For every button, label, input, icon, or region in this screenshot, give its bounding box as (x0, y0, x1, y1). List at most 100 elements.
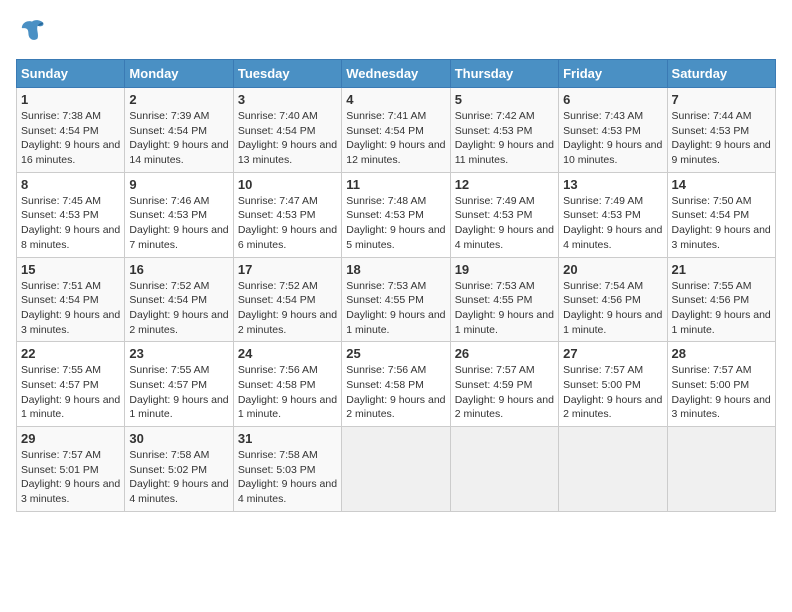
calendar-cell: 20 Sunrise: 7:54 AM Sunset: 4:56 PM Dayl… (559, 257, 667, 342)
day-info: Sunrise: 7:55 AM Sunset: 4:57 PM Dayligh… (21, 363, 120, 422)
calendar-cell: 24 Sunrise: 7:56 AM Sunset: 4:58 PM Dayl… (233, 342, 341, 427)
day-number: 6 (563, 92, 662, 107)
calendar-cell: 2 Sunrise: 7:39 AM Sunset: 4:54 PM Dayli… (125, 88, 233, 173)
calendar-header-thursday: Thursday (450, 60, 558, 88)
day-info: Sunrise: 7:45 AM Sunset: 4:53 PM Dayligh… (21, 194, 120, 253)
day-number: 17 (238, 262, 337, 277)
day-info: Sunrise: 7:48 AM Sunset: 4:53 PM Dayligh… (346, 194, 445, 253)
day-number: 12 (455, 177, 554, 192)
day-info: Sunrise: 7:53 AM Sunset: 4:55 PM Dayligh… (455, 279, 554, 338)
day-number: 24 (238, 346, 337, 361)
day-info: Sunrise: 7:57 AM Sunset: 5:01 PM Dayligh… (21, 448, 120, 507)
calendar-header-friday: Friday (559, 60, 667, 88)
calendar-cell: 7 Sunrise: 7:44 AM Sunset: 4:53 PM Dayli… (667, 88, 775, 173)
day-number: 16 (129, 262, 228, 277)
day-number: 18 (346, 262, 445, 277)
day-number: 27 (563, 346, 662, 361)
calendar-cell: 8 Sunrise: 7:45 AM Sunset: 4:53 PM Dayli… (17, 172, 125, 257)
day-number: 28 (672, 346, 771, 361)
day-info: Sunrise: 7:55 AM Sunset: 4:56 PM Dayligh… (672, 279, 771, 338)
day-number: 19 (455, 262, 554, 277)
calendar-cell: 27 Sunrise: 7:57 AM Sunset: 5:00 PM Dayl… (559, 342, 667, 427)
calendar-cell: 4 Sunrise: 7:41 AM Sunset: 4:54 PM Dayli… (342, 88, 450, 173)
day-number: 11 (346, 177, 445, 192)
calendar-cell: 5 Sunrise: 7:42 AM Sunset: 4:53 PM Dayli… (450, 88, 558, 173)
calendar-header-tuesday: Tuesday (233, 60, 341, 88)
calendar-cell: 14 Sunrise: 7:50 AM Sunset: 4:54 PM Dayl… (667, 172, 775, 257)
calendar-week-row: 29 Sunrise: 7:57 AM Sunset: 5:01 PM Dayl… (17, 427, 776, 512)
calendar-table: SundayMondayTuesdayWednesdayThursdayFrid… (16, 59, 776, 512)
calendar-cell: 21 Sunrise: 7:55 AM Sunset: 4:56 PM Dayl… (667, 257, 775, 342)
calendar-cell: 15 Sunrise: 7:51 AM Sunset: 4:54 PM Dayl… (17, 257, 125, 342)
day-info: Sunrise: 7:42 AM Sunset: 4:53 PM Dayligh… (455, 109, 554, 168)
day-number: 3 (238, 92, 337, 107)
day-number: 4 (346, 92, 445, 107)
calendar-cell: 25 Sunrise: 7:56 AM Sunset: 4:58 PM Dayl… (342, 342, 450, 427)
day-info: Sunrise: 7:55 AM Sunset: 4:57 PM Dayligh… (129, 363, 228, 422)
calendar-cell: 17 Sunrise: 7:52 AM Sunset: 4:54 PM Dayl… (233, 257, 341, 342)
calendar-cell: 26 Sunrise: 7:57 AM Sunset: 4:59 PM Dayl… (450, 342, 558, 427)
page-header (16, 16, 776, 49)
day-info: Sunrise: 7:57 AM Sunset: 5:00 PM Dayligh… (563, 363, 662, 422)
calendar-cell: 16 Sunrise: 7:52 AM Sunset: 4:54 PM Dayl… (125, 257, 233, 342)
calendar-cell: 12 Sunrise: 7:49 AM Sunset: 4:53 PM Dayl… (450, 172, 558, 257)
calendar-cell: 13 Sunrise: 7:49 AM Sunset: 4:53 PM Dayl… (559, 172, 667, 257)
day-info: Sunrise: 7:57 AM Sunset: 5:00 PM Dayligh… (672, 363, 771, 422)
day-number: 21 (672, 262, 771, 277)
day-info: Sunrise: 7:49 AM Sunset: 4:53 PM Dayligh… (455, 194, 554, 253)
calendar-header-sunday: Sunday (17, 60, 125, 88)
day-info: Sunrise: 7:53 AM Sunset: 4:55 PM Dayligh… (346, 279, 445, 338)
calendar-cell: 29 Sunrise: 7:57 AM Sunset: 5:01 PM Dayl… (17, 427, 125, 512)
calendar-cell (667, 427, 775, 512)
day-number: 15 (21, 262, 120, 277)
calendar-cell: 31 Sunrise: 7:58 AM Sunset: 5:03 PM Dayl… (233, 427, 341, 512)
logo-bird-icon (18, 16, 46, 44)
day-info: Sunrise: 7:38 AM Sunset: 4:54 PM Dayligh… (21, 109, 120, 168)
calendar-cell: 1 Sunrise: 7:38 AM Sunset: 4:54 PM Dayli… (17, 88, 125, 173)
day-info: Sunrise: 7:41 AM Sunset: 4:54 PM Dayligh… (346, 109, 445, 168)
calendar-header-wednesday: Wednesday (342, 60, 450, 88)
day-info: Sunrise: 7:54 AM Sunset: 4:56 PM Dayligh… (563, 279, 662, 338)
calendar-cell: 30 Sunrise: 7:58 AM Sunset: 5:02 PM Dayl… (125, 427, 233, 512)
calendar-cell: 18 Sunrise: 7:53 AM Sunset: 4:55 PM Dayl… (342, 257, 450, 342)
day-info: Sunrise: 7:44 AM Sunset: 4:53 PM Dayligh… (672, 109, 771, 168)
calendar-week-row: 15 Sunrise: 7:51 AM Sunset: 4:54 PM Dayl… (17, 257, 776, 342)
day-info: Sunrise: 7:50 AM Sunset: 4:54 PM Dayligh… (672, 194, 771, 253)
day-info: Sunrise: 7:58 AM Sunset: 5:03 PM Dayligh… (238, 448, 337, 507)
calendar-header-row: SundayMondayTuesdayWednesdayThursdayFrid… (17, 60, 776, 88)
day-info: Sunrise: 7:52 AM Sunset: 4:54 PM Dayligh… (238, 279, 337, 338)
calendar-cell: 28 Sunrise: 7:57 AM Sunset: 5:00 PM Dayl… (667, 342, 775, 427)
day-number: 9 (129, 177, 228, 192)
day-number: 7 (672, 92, 771, 107)
day-number: 2 (129, 92, 228, 107)
day-info: Sunrise: 7:56 AM Sunset: 4:58 PM Dayligh… (346, 363, 445, 422)
day-number: 25 (346, 346, 445, 361)
calendar-week-row: 8 Sunrise: 7:45 AM Sunset: 4:53 PM Dayli… (17, 172, 776, 257)
day-number: 10 (238, 177, 337, 192)
calendar-cell: 22 Sunrise: 7:55 AM Sunset: 4:57 PM Dayl… (17, 342, 125, 427)
logo (16, 16, 50, 49)
day-info: Sunrise: 7:57 AM Sunset: 4:59 PM Dayligh… (455, 363, 554, 422)
day-info: Sunrise: 7:51 AM Sunset: 4:54 PM Dayligh… (21, 279, 120, 338)
day-info: Sunrise: 7:47 AM Sunset: 4:53 PM Dayligh… (238, 194, 337, 253)
day-number: 1 (21, 92, 120, 107)
day-number: 14 (672, 177, 771, 192)
calendar-header-monday: Monday (125, 60, 233, 88)
calendar-cell: 11 Sunrise: 7:48 AM Sunset: 4:53 PM Dayl… (342, 172, 450, 257)
day-info: Sunrise: 7:43 AM Sunset: 4:53 PM Dayligh… (563, 109, 662, 168)
day-number: 20 (563, 262, 662, 277)
calendar-header-saturday: Saturday (667, 60, 775, 88)
day-info: Sunrise: 7:58 AM Sunset: 5:02 PM Dayligh… (129, 448, 228, 507)
day-number: 22 (21, 346, 120, 361)
calendar-cell: 9 Sunrise: 7:46 AM Sunset: 4:53 PM Dayli… (125, 172, 233, 257)
calendar-cell (450, 427, 558, 512)
calendar-cell: 3 Sunrise: 7:40 AM Sunset: 4:54 PM Dayli… (233, 88, 341, 173)
calendar-cell (342, 427, 450, 512)
calendar-cell: 10 Sunrise: 7:47 AM Sunset: 4:53 PM Dayl… (233, 172, 341, 257)
day-number: 8 (21, 177, 120, 192)
day-number: 31 (238, 431, 337, 446)
day-info: Sunrise: 7:40 AM Sunset: 4:54 PM Dayligh… (238, 109, 337, 168)
day-number: 29 (21, 431, 120, 446)
day-number: 30 (129, 431, 228, 446)
calendar-week-row: 1 Sunrise: 7:38 AM Sunset: 4:54 PM Dayli… (17, 88, 776, 173)
